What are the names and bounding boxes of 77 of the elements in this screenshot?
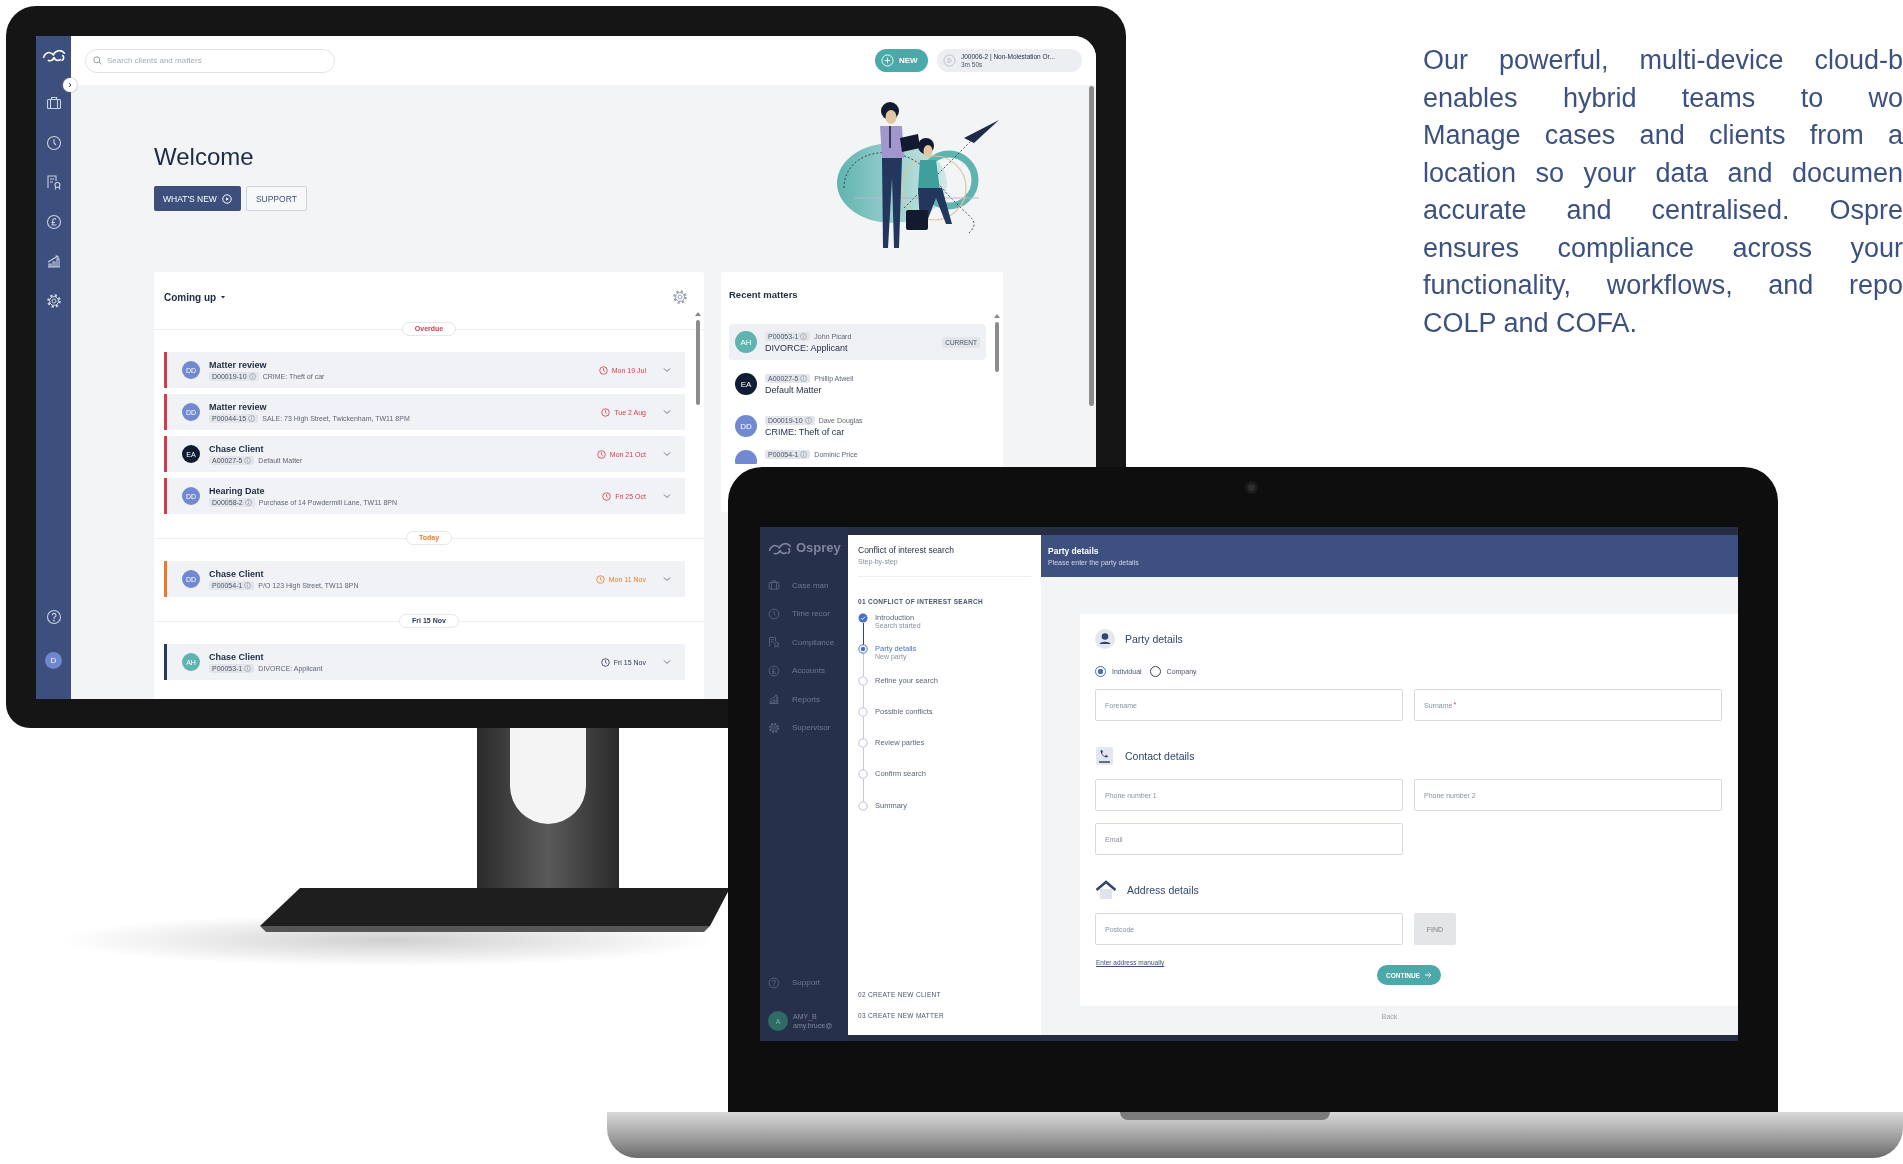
paragraph-line: enables hybrid teams to wo: [1423, 81, 1903, 115]
clock-icon: [602, 491, 612, 501]
info-icon: [800, 332, 808, 340]
house-icon: [1095, 880, 1117, 900]
bar-chart-icon[interactable]: [45, 253, 62, 270]
section-heading: Address details: [1127, 884, 1199, 896]
bar-chart-icon[interactable]: [768, 693, 780, 706]
clock-icon: [598, 365, 608, 375]
paragraph-line: location so your data and documen: [1423, 156, 1903, 190]
info-icon: [244, 456, 252, 464]
avatar: EA: [735, 373, 757, 395]
whats-new-button[interactable]: WHAT'S NEW: [154, 186, 241, 211]
chevron-down-icon[interactable]: [663, 408, 671, 416]
user-avatar[interactable]: D: [45, 652, 62, 669]
section-heading: Party details: [1125, 633, 1183, 645]
info-icon: [244, 498, 252, 506]
caret-down-icon: [220, 294, 227, 300]
wizard-title: Conflict of interest search: [858, 545, 955, 555]
info-icon: [800, 451, 808, 458]
certificate-icon[interactable]: [768, 636, 780, 649]
radio-button[interactable]: [1095, 666, 1106, 677]
agenda-title: Matter review: [209, 359, 268, 370]
chevron-down-icon[interactable]: [663, 658, 671, 666]
chevron-down-icon[interactable]: [663, 492, 671, 500]
paragraph-line: ensures compliance across your: [1423, 231, 1903, 265]
clock-icon: [596, 449, 606, 459]
paragraph-line: accurate and centralised. Ospre: [1423, 194, 1903, 227]
webcam-lens: [1245, 481, 1258, 494]
welcome-heading: Welcome: [154, 143, 255, 171]
play-circle-icon: [221, 193, 232, 204]
panel-title: Party details: [1048, 546, 1100, 556]
support-button[interactable]: SUPPORT: [245, 186, 307, 211]
recent-matters-title: Recent matters: [729, 287, 799, 302]
agenda-title: Chase Client: [209, 651, 265, 662]
info-icon: [248, 414, 256, 422]
matter-title: Default Matter: [765, 384, 823, 395]
plus-circle-icon: [881, 54, 894, 67]
expand-sidebar-button[interactable]: [63, 78, 77, 92]
settings-icon[interactable]: [768, 721, 780, 734]
settings-icon[interactable]: [672, 289, 688, 305]
arrow-right-icon: [1423, 971, 1432, 979]
agenda-title: Matter review: [209, 401, 268, 412]
paragraph-line: Our powerful, multi-device cloud-b: [1423, 44, 1903, 77]
briefcase-icon[interactable]: [45, 95, 62, 112]
chevron-down-icon[interactable]: [663, 575, 671, 583]
info-icon: [800, 374, 808, 382]
chevron-right-icon: [67, 82, 73, 88]
paragraph-line: Manage cases and clients from a: [1423, 119, 1903, 152]
certificate-icon[interactable]: [45, 174, 62, 191]
avatar: AH: [735, 331, 757, 353]
info-icon: [244, 664, 252, 672]
brand-name: Osprey: [796, 539, 841, 555]
search-icon: [93, 56, 102, 65]
play-circle-icon: [943, 54, 956, 67]
info-icon: [804, 416, 812, 424]
person-icon: [1095, 629, 1115, 649]
phone-icon: [1095, 746, 1115, 766]
clock-icon: [600, 657, 610, 667]
section-heading: Contact details: [1125, 750, 1195, 762]
agenda-title: Chase Client: [209, 443, 265, 454]
matter-title: DIVORCE: Applicant: [765, 342, 849, 353]
info-icon: [244, 581, 252, 589]
settings-icon[interactable]: [45, 292, 62, 309]
agenda-title: Chase Client: [209, 568, 265, 579]
info-icon: [248, 372, 256, 380]
scrollbar-thumb[interactable]: [1089, 86, 1094, 406]
coming-up-dropdown[interactable]: Coming up: [164, 291, 227, 303]
chevron-down-icon[interactable]: [663, 366, 671, 374]
avatar: DD: [735, 415, 757, 437]
clock-icon: [595, 574, 605, 584]
search-field[interactable]: Search clients and matters: [85, 48, 335, 73]
agenda-title: Hearing Date: [209, 485, 266, 496]
chevron-down-icon[interactable]: [663, 450, 671, 458]
paragraph-line: functionality, workflows, and repo: [1423, 269, 1903, 302]
matter-title: CRIME: Theft of car: [765, 426, 846, 437]
clock-icon: [601, 407, 611, 417]
paragraph-line: COLP and COFA.: [1423, 306, 1639, 340]
